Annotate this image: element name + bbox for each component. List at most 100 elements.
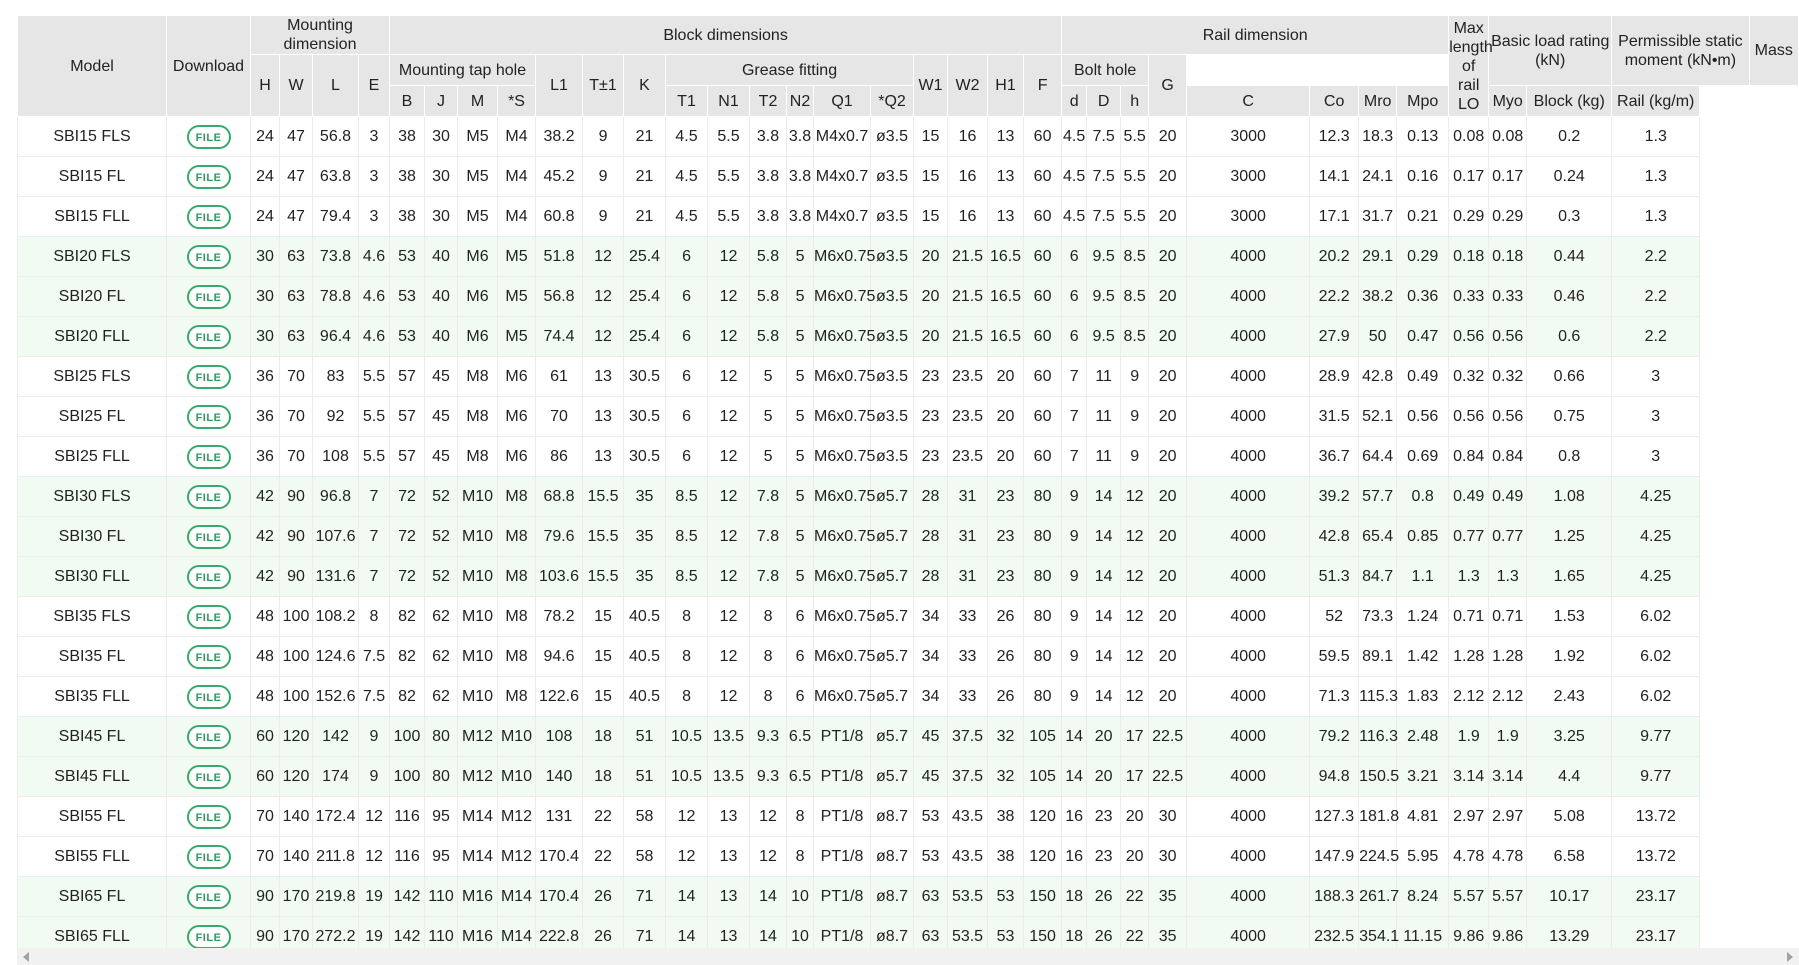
cell-w2: 21.5 [947,316,989,357]
cell-rail: 2.2 [1611,316,1701,357]
cell-f: 80 [1023,476,1063,517]
cell-j: 62 [424,636,459,677]
header-bolt-hole: Bolt hole [1061,54,1150,86]
cell-w: 140 [279,796,313,837]
header-max-length: Max length of rail LO [1448,15,1493,117]
cell-w: 90 [279,476,313,517]
cell-lo: 4000 [1186,756,1311,797]
header-B: B [389,85,426,117]
cell-k: 51 [623,756,667,797]
file-download-button[interactable]: FILE [186,444,231,469]
cell-s: M5 [497,316,537,357]
cell-rail: 13.72 [1611,796,1701,837]
scroll-left-arrow-icon[interactable] [23,952,29,962]
cell-g: 20 [1148,516,1188,557]
cell-download: FILE [166,156,251,197]
file-download-button[interactable]: FILE [186,324,231,349]
file-download-button[interactable]: FILE [186,924,231,949]
cell-co: 29.1 [1358,236,1398,277]
cell-t1: 12 [665,836,709,877]
header-C: C [1186,85,1311,117]
cell-lo: 4000 [1186,716,1311,757]
cell-t1: 8.5 [665,476,709,517]
cell-l: 107.6 [312,516,359,557]
file-download-button[interactable]: FILE [186,644,231,669]
cell-h: 12 [1120,556,1150,597]
file-download-button[interactable]: FILE [186,364,231,389]
cell-c: 147.9 [1309,836,1360,877]
cell-t: 22 [582,796,625,837]
file-download-button[interactable]: FILE [186,604,231,629]
cell-model: SBI35 FL [17,636,167,677]
cell-myo: 2.97 [1488,796,1528,837]
horizontal-scrollbar[interactable] [17,948,1799,965]
cell-k: 30.5 [623,356,667,397]
cell-h: 30 [250,316,280,357]
cell-block: 3.25 [1526,716,1613,757]
header-mounting-tap-hole: Mounting tap hole [389,54,537,86]
header-N2: N2 [786,85,815,117]
cell-download: FILE [166,236,251,277]
cell-l: 131.6 [312,556,359,597]
cell-lo: 4000 [1186,556,1311,597]
cell-rail: 3 [1611,396,1701,437]
cell-block: 0.24 [1526,156,1613,197]
file-download-button[interactable]: FILE [186,244,231,269]
cell-myo: 0.49 [1488,476,1528,517]
cell-download: FILE [166,556,251,597]
cell-model: SBI35 FLL [17,676,167,717]
cell-n1: 13.5 [707,756,751,797]
file-download-button[interactable]: FILE [186,804,231,829]
cell-w2: 16 [947,156,989,197]
scroll-right-arrow-icon[interactable] [1787,952,1793,962]
cell-w1: 20 [913,276,949,317]
file-download-button[interactable]: FILE [186,284,231,309]
cell-m: M16 [457,876,499,917]
cell-t1: 8.5 [665,556,709,597]
cell-w2: 33 [947,676,989,717]
cell-j: 110 [424,876,459,917]
cell-d: 20 [1086,716,1122,757]
cell-w2: 16 [947,116,989,157]
header-Co: Co [1309,85,1360,117]
cell-m: M5 [457,156,499,197]
cell-g: 20 [1148,396,1188,437]
cell-d: 7.5 [1086,196,1122,237]
header-M: M [457,85,499,117]
cell-model: SBI25 FLL [17,436,167,477]
cell-co: 84.7 [1358,556,1398,597]
file-download-button[interactable]: FILE [186,724,231,749]
cell-q2: ø8.7 [870,876,915,917]
file-download-button[interactable]: FILE [186,564,231,589]
cell-n1: 12 [707,236,751,277]
file-download-button[interactable]: FILE [186,844,231,869]
cell-w1: 28 [913,476,949,517]
cell-w2: 21.5 [947,276,989,317]
file-download-button[interactable]: FILE [186,204,231,229]
file-download-button[interactable]: FILE [186,684,231,709]
file-download-button[interactable]: FILE [186,164,231,189]
cell-h: 12 [1120,636,1150,677]
table-row: SBI20 FLS FILE 30 63 73.8 4.6 53 40 M6 M5 51.8 12 25… [17,236,1799,277]
cell-l1: 170.4 [535,876,584,917]
cell-download: FILE [166,676,251,717]
table-row: SBI55 FL FILE 70 140 172.4 12 116 95 M14 M12 131 22… [17,796,1799,837]
cell-myo: 0.17 [1488,156,1528,197]
cell-q1: PT1/8 [813,876,872,917]
cell-d: 9 [1061,596,1088,637]
cell-d: 23 [1086,796,1122,837]
file-download-button[interactable]: FILE [186,764,231,789]
cell-w1: 28 [913,556,949,597]
file-download-button[interactable]: FILE [186,404,231,429]
cell-co: 38.2 [1358,276,1398,317]
file-download-button[interactable]: FILE [186,524,231,549]
cell-w2: 31 [947,556,989,597]
file-download-button[interactable]: FILE [186,484,231,509]
cell-l1: 45.2 [535,156,584,197]
cell-e: 5.5 [357,396,391,437]
cell-download: FILE [166,756,251,797]
file-download-button[interactable]: FILE [186,884,231,909]
file-download-button[interactable]: FILE [186,124,231,149]
cell-myo: 0.56 [1488,316,1528,357]
cell-h: 36 [250,396,280,437]
